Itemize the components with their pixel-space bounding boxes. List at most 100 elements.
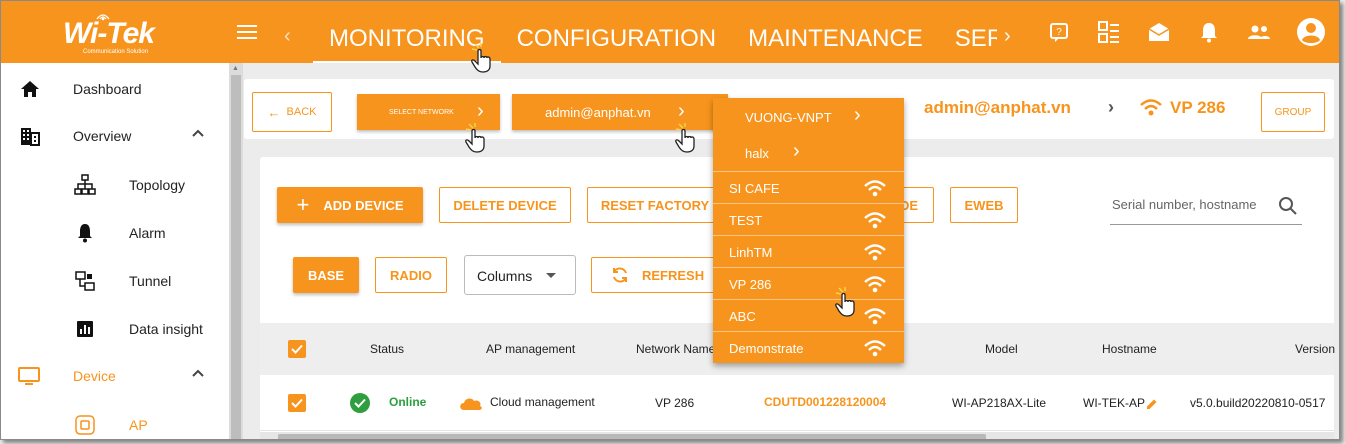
columns-select[interactable]: Columns <box>464 255 576 295</box>
back-button[interactable]: ← BACK <box>252 92 332 132</box>
dropdown-network-linhtm[interactable]: LinhTM <box>713 236 904 268</box>
sidebar: Dashboard Overview Topology Alarm Tunnel… <box>1 63 229 439</box>
tunnel-icon <box>75 271 95 291</box>
sidebar-item-dashboard[interactable]: Dashboard <box>1 65 229 111</box>
topology-icon <box>74 174 96 195</box>
scroll-up-icon[interactable]: ▲ <box>232 65 239 72</box>
sidebar-item-label: Alarm <box>129 225 166 241</box>
column-status[interactable]: Status <box>370 342 404 356</box>
sidebar-scrollbar[interactable]: ▲ <box>229 63 243 439</box>
search-input[interactable]: Serial number, hostname <box>1110 187 1302 225</box>
row-checkbox[interactable] <box>288 394 306 412</box>
dropdown-group-halx[interactable]: halx › <box>713 136 904 172</box>
add-device-button[interactable]: + ADD DEVICE <box>277 187 423 223</box>
tab-configuration[interactable]: CONFIGURATION <box>501 1 733 63</box>
dropdown-network-abc[interactable]: ABC <box>713 300 904 332</box>
refresh-label: REFRESH <box>642 267 705 283</box>
refresh-button[interactable]: REFRESH <box>591 257 715 293</box>
scrollbar-thumb[interactable] <box>278 434 986 439</box>
sidebar-item-ap[interactable]: AP <box>1 401 229 439</box>
logo-tagline: Communication Solution <box>83 49 149 55</box>
breadcrumb-network[interactable]: VP 286 <box>1170 98 1225 118</box>
delete-device-label: DELETE DEVICE <box>453 197 557 213</box>
sidebar-item-alarm[interactable]: Alarm <box>1 209 229 255</box>
wifi-icon <box>864 212 886 229</box>
base-tab-label: BASE <box>307 267 345 283</box>
dropdown-group-vuong-vnpt[interactable]: VUONG-VNPT › <box>713 98 904 134</box>
column-network-name[interactable]: Network Name <box>636 342 715 356</box>
chevron-right-icon: › <box>793 140 800 162</box>
column-ap-management[interactable]: AP management <box>486 342 575 356</box>
main-nav-tabs: MONITORINGCONFIGURATIONMAINTENANCESERVIC <box>313 1 997 63</box>
hostname-cell: WI-TEK-AP <box>1083 396 1145 410</box>
select-network-label: SELECT NETWORK <box>389 108 454 116</box>
dropdown-network-demonstrate[interactable]: Demonstrate <box>713 332 904 364</box>
menu-icon[interactable] <box>237 25 257 39</box>
sidebar-item-device[interactable]: Device <box>1 352 229 398</box>
sidebar-item-topology[interactable]: Topology <box>1 161 229 207</box>
chevron-up-icon[interactable] <box>191 366 205 380</box>
account-icon[interactable] <box>1296 17 1326 47</box>
reset-factory-button[interactable]: RESET FACTORY <box>587 187 723 223</box>
wifi-icon <box>864 244 886 261</box>
tab-radio[interactable]: RADIO <box>375 257 447 293</box>
dashboard-list-icon[interactable] <box>1096 19 1122 45</box>
network-label: LinhTM <box>729 245 773 260</box>
tab-maintenance[interactable]: MAINTENANCE <box>732 1 939 63</box>
chevron-right-icon: › <box>1108 97 1114 117</box>
chevron-right-icon: › <box>854 104 861 126</box>
column-version[interactable]: Version <box>1295 342 1335 356</box>
search-icon[interactable] <box>1278 196 1298 216</box>
account-chip-label: admin@anphat.vn <box>545 104 651 120</box>
network-label: VP 286 <box>729 277 772 292</box>
horizontal-scrollbar[interactable] <box>260 432 1334 439</box>
help-icon[interactable]: ? <box>1046 19 1072 45</box>
dropdown-network-test[interactable]: TEST <box>713 204 904 236</box>
scrollbar-thumb[interactable] <box>231 75 241 439</box>
wifi-icon <box>864 308 886 325</box>
column-model[interactable]: Model <box>985 342 1018 356</box>
chevron-right-icon: › <box>477 100 484 122</box>
dropdown-network-si-cafe[interactable]: SI CAFE <box>713 172 904 204</box>
chevron-left-icon[interactable]: ‹ <box>284 25 291 48</box>
wifi-icon <box>1140 99 1162 116</box>
building-icon <box>21 128 40 146</box>
network-label: ABC <box>729 309 756 324</box>
dropdown-network-vp-286[interactable]: VP 286 <box>713 268 904 300</box>
hand-cursor-icon <box>465 123 485 153</box>
sidebar-item-data-insight[interactable]: Data insight <box>1 305 229 351</box>
select-all-checkbox[interactable] <box>288 340 306 358</box>
tab-base[interactable]: BASE <box>293 257 359 293</box>
sidebar-item-label: AP <box>129 417 148 433</box>
back-label: BACK <box>286 106 317 118</box>
message-icon[interactable] <box>1146 19 1172 45</box>
edit-icon[interactable] <box>1146 398 1158 410</box>
group-label: VUONG-VNPT <box>745 110 832 125</box>
breadcrumb-account[interactable]: admin@anphat.vn <box>924 98 1071 118</box>
sidebar-item-label: Tunnel <box>129 273 172 289</box>
delete-device-button[interactable]: DELETE DEVICE <box>439 187 571 223</box>
chevron-up-icon[interactable] <box>191 126 205 140</box>
eweb-button[interactable]: EWEB <box>950 187 1018 223</box>
users-icon[interactable] <box>1246 19 1272 45</box>
bell-icon[interactable] <box>1196 19 1222 45</box>
sidebar-item-tunnel[interactable]: Tunnel <box>1 257 229 303</box>
bell-icon <box>78 224 92 243</box>
column-hostname[interactable]: Hostname <box>1102 342 1157 356</box>
refresh-icon <box>613 267 627 283</box>
chevron-right-icon[interactable]: › <box>1004 25 1011 48</box>
sidebar-item-overview[interactable]: Overview <box>1 112 229 158</box>
model-cell: WI-AP218AX-Lite <box>952 396 1047 410</box>
svg-text:?: ? <box>1056 27 1062 38</box>
caret-down-icon <box>546 273 556 278</box>
logo[interactable]: Wi-Tek Communication Solution <box>63 9 168 57</box>
sidebar-item-label: Data insight <box>129 321 203 337</box>
network-label: Demonstrate <box>729 341 804 356</box>
sidebar-item-label: Topology <box>129 177 186 193</box>
group-button[interactable]: GROUP <box>1261 92 1325 132</box>
app-window: Wi-Tek Communication Solution ‹ MONITORI… <box>0 0 1340 440</box>
chevron-right-icon: › <box>678 100 685 122</box>
serial-number-link[interactable]: CDUTD001228120004 <box>764 395 886 409</box>
tab-service[interactable]: SERVIC <box>939 1 997 63</box>
table-row[interactable]: Online Cloud management VP 286 CDUTD0012… <box>260 375 1334 431</box>
